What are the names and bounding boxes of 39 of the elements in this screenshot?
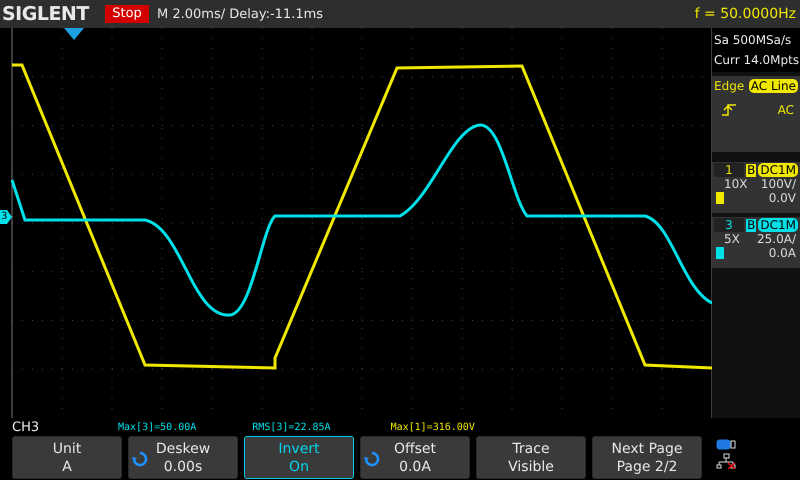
softkey[interactable]: Offset 0.0A: [360, 436, 470, 479]
trigger-coupling: AC: [778, 103, 794, 117]
run-state[interactable]: Stop: [105, 5, 149, 23]
softkey[interactable]: Trace Visible: [476, 436, 586, 479]
network-disconnected-icon: [716, 453, 736, 469]
vertical-offset: 0.0A: [768, 246, 796, 260]
trigger-type: Edge: [714, 79, 744, 93]
softkey[interactable]: Unit A: [12, 436, 122, 479]
bandwidth-limit: B: [746, 164, 756, 176]
measurement-readout: Max[1]=316.00V: [390, 422, 475, 432]
channel-coupling: DC1M: [758, 218, 798, 232]
vertical-offset: 0.0V: [768, 191, 796, 205]
frequency-readout: f = 50.0000Hz: [694, 6, 797, 22]
channel-number[interactable]: 1: [714, 163, 744, 177]
usb-device-icon: [716, 439, 736, 450]
sample-rate: Sa 500MSa/s: [714, 32, 792, 49]
vertical-scale: 25.0A/: [757, 232, 796, 246]
softkey[interactable]: Next Page Page 2/2: [592, 436, 702, 479]
memory-depth: Curr 14.0Mpts: [714, 52, 798, 69]
measurement-readout: Max[3]=50.00A: [118, 422, 196, 432]
channel-number[interactable]: 3: [714, 218, 744, 232]
rising-edge-icon: [722, 103, 736, 117]
channel-color-bar: [716, 192, 724, 204]
bandwidth-limit: B: [746, 218, 756, 232]
timebase-readout: M 2.00ms/ Delay:-11.1ms: [157, 6, 324, 22]
softkey[interactable]: Deskew 0.00s: [128, 436, 238, 479]
softkey[interactable]: Invert On: [244, 436, 354, 479]
probe-ratio: 5X: [724, 232, 740, 246]
menu-title: CH3: [11, 420, 40, 434]
vertical-scale: 100V/: [760, 177, 796, 191]
channel-coupling: DC1M: [758, 163, 798, 177]
probe-ratio: 10X: [724, 177, 748, 191]
trigger-source: AC Line: [748, 79, 798, 93]
knob-icon: [132, 451, 148, 467]
measurement-readout: RMS[3]=22.85A: [252, 422, 331, 432]
channel-color-bar: [716, 247, 724, 259]
channel-marker[interactable]: 3: [0, 210, 12, 224]
knob-icon: [364, 451, 380, 467]
brand-logo: SIGLENT: [1, 3, 90, 25]
